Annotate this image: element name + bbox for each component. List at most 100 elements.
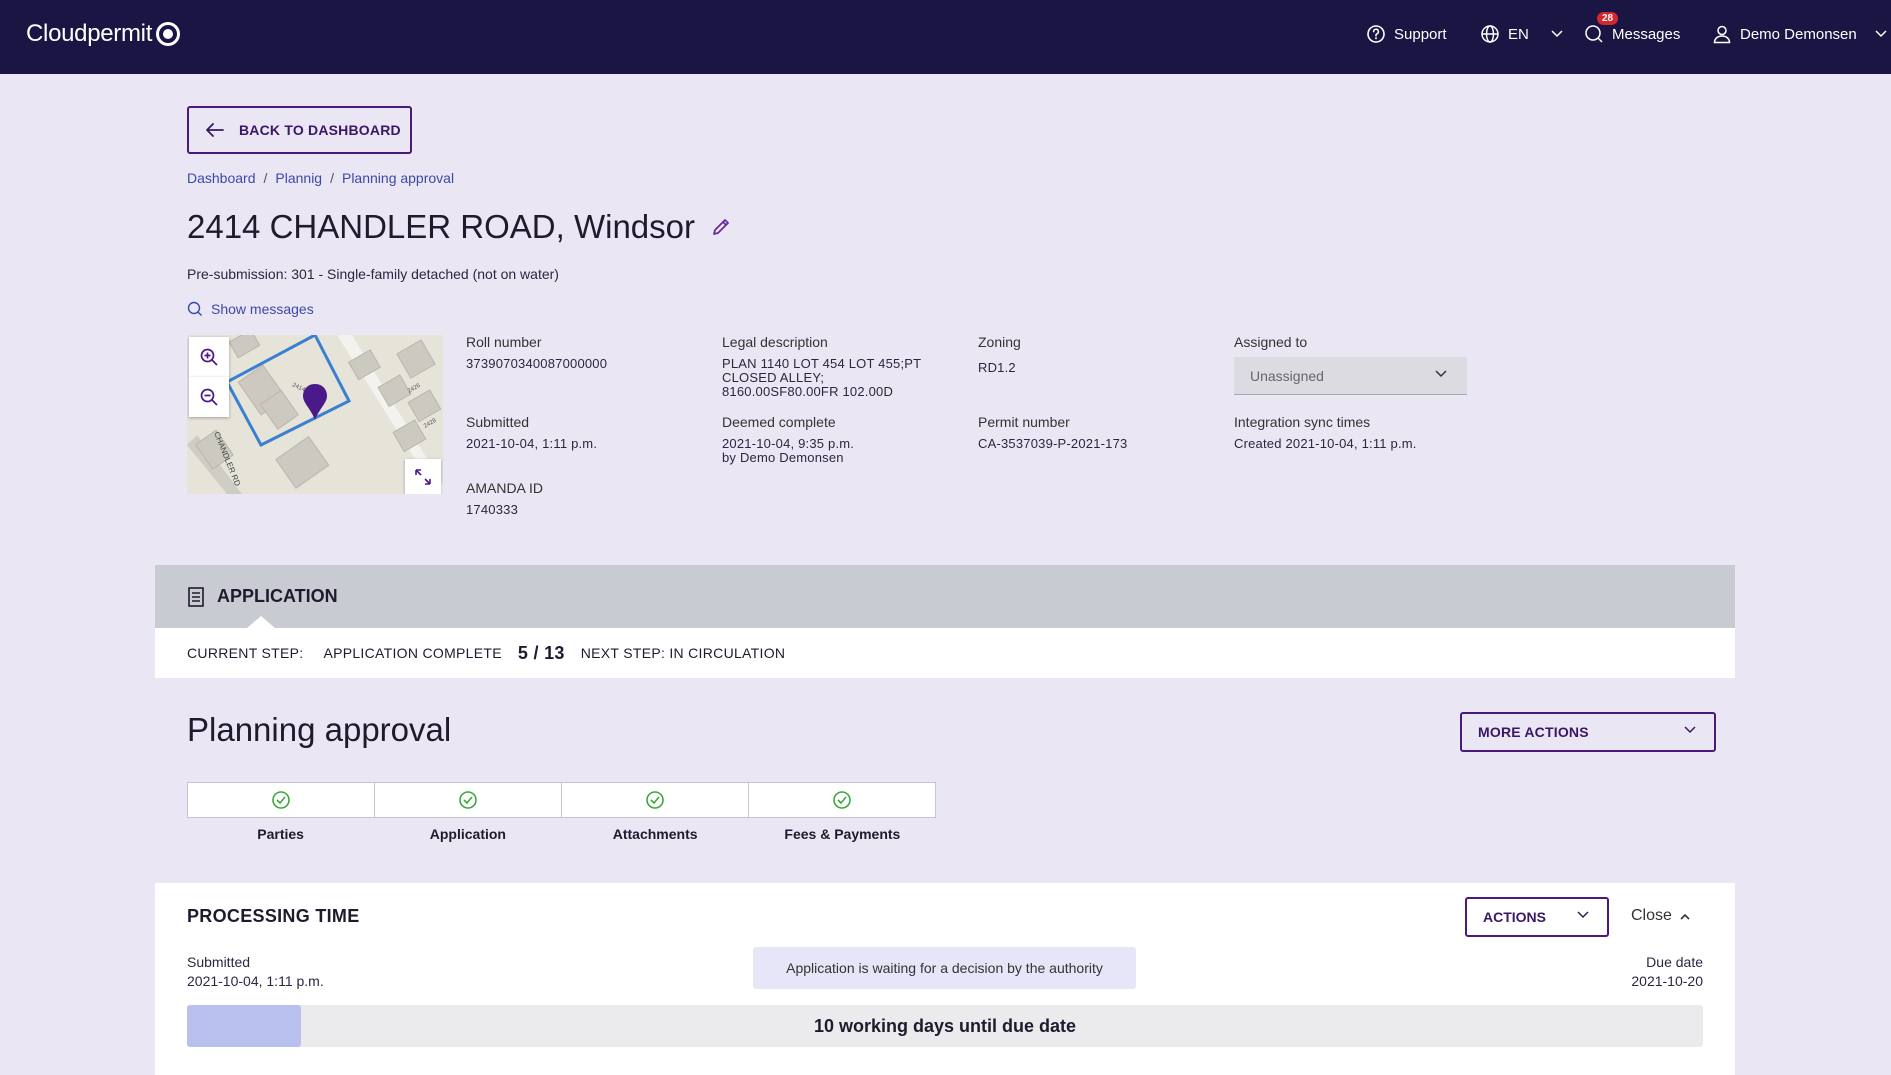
roll-number-value: 3739070340087000000 [466,356,608,371]
assigned-to-select[interactable]: Unassigned [1234,357,1467,395]
due-date-value: 2021-10-20 [1631,973,1703,989]
assigned-to-value: Unassigned [1250,367,1324,384]
messages-label: Messages [1612,25,1681,43]
application-header[interactable]: APPLICATION [155,565,1735,628]
deemed-complete-value: 2021-10-04, 9:35 p.m. [722,436,855,451]
page-title: 2414 CHANDLER ROAD, Windsor [187,208,695,245]
chevron-down-icon [1435,370,1447,378]
integration-sync-value: Created 2021-10-04, 1:11 p.m. [1234,436,1417,451]
processing-due-date: Due date 2021-10-20 [1631,953,1703,991]
submitted-value: 2021-10-04, 1:11 p.m. [466,436,598,451]
amanda-id-value: 1740333 [466,502,519,517]
application-step-labels: Parties Application Attachments Fees & P… [187,826,936,842]
page-title-row: 2414 CHANDLER ROAD, Windsor [187,208,731,246]
integration-sync-label: Integration sync times [1234,414,1371,430]
support-link[interactable]: Support [1366,24,1447,44]
step-parties[interactable] [188,783,375,817]
more-actions-button[interactable]: MORE ACTIONS [1460,712,1716,752]
legal-description-line-3: 8160.00SF80.00FR 102.00D [722,384,894,399]
step-label-fees-payments[interactable]: Fees & Payments [749,826,936,842]
breadcrumb-plannig[interactable]: Plannig [275,170,322,186]
zoning-label: Zoning [978,334,1021,350]
user-icon [1713,25,1731,44]
zoom-in-icon [200,348,218,366]
pencil-edit-icon[interactable] [711,217,731,237]
globe-icon [1481,25,1499,43]
next-step-label: NEXT STEP: IN CIRCULATION [580,645,786,661]
application-header-label: APPLICATION [217,586,338,606]
top-navigation-bar: Cloudpermit Support EN 28 Messages Demo … [0,0,1891,74]
step-attachments[interactable] [562,783,749,817]
processing-submitted: Submitted 2021-10-04, 1:11 p.m. [187,953,324,991]
check-circle-icon [272,791,290,809]
section-title: Planning approval [187,711,452,748]
back-to-dashboard-button[interactable]: BACK TO DASHBOARD [187,106,412,154]
language-label: EN [1508,25,1529,43]
chat-bubble-icon [187,301,202,316]
application-tab-pointer [247,616,275,628]
help-circle-icon [1367,25,1385,43]
processing-time-panel: PROCESSING TIME ACTIONS Close Submitted … [155,883,1735,1075]
language-selector[interactable]: EN [1480,24,1563,44]
document-list-icon [188,586,204,607]
cloudpermit-logo[interactable]: Cloudpermit [26,20,181,48]
chat-bubble-icon [1585,25,1603,43]
deemed-complete-label: Deemed complete [722,414,836,430]
current-step-value: APPLICATION COMPLETE [323,645,502,661]
page-subtitle: Pre-submission: 301 - Single-family deta… [187,266,559,282]
check-circle-icon [833,791,851,809]
zoom-in-button[interactable] [189,337,229,377]
step-fees-payments[interactable] [749,783,935,817]
processing-submitted-value: 2021-10-04, 1:11 p.m. [187,973,324,989]
show-messages-link[interactable]: Show messages [187,301,314,317]
expand-arrows-icon [415,469,431,485]
close-label: Close [1631,907,1672,924]
logo-mark-icon [156,22,181,46]
check-circle-icon [646,791,664,809]
permit-number-label: Permit number [978,414,1070,430]
chevron-down-icon [1684,726,1696,734]
permit-number-value: CA-3537039-P-2021-173 [978,436,1128,451]
current-step-label: CURRENT STEP: [187,645,304,661]
amanda-id-label: AMANDA ID [466,480,544,496]
logo-text: Cloudpermit [26,20,153,47]
breadcrumb-separator: / [263,170,268,186]
map-expand-button[interactable] [405,459,441,494]
chevron-down-icon [1577,911,1589,919]
assigned-to-label: Assigned to [1234,334,1308,350]
close-panel-toggle[interactable]: Close [1631,907,1690,925]
step-counter: 5 / 13 [517,642,565,663]
step-label-parties[interactable]: Parties [187,826,374,842]
arrow-left-icon [206,123,224,137]
messages-link[interactable]: 28 Messages [1584,12,1681,44]
zoning-value: RD1.2 [978,360,1016,375]
processing-submitted-label: Submitted [187,954,251,970]
submitted-label: Submitted [466,414,530,430]
step-label-application[interactable]: Application [374,826,561,842]
step-label-attachments[interactable]: Attachments [562,826,749,842]
processing-time-title: PROCESSING TIME [187,906,360,926]
current-step-bar: CURRENT STEP: APPLICATION COMPLETE 5 / 1… [155,628,1735,678]
messages-count-badge: 28 [1597,12,1619,25]
support-label: Support [1394,25,1447,43]
step-application[interactable] [375,783,562,817]
messages-icon-wrap: 28 [1584,12,1619,44]
zoom-out-icon [200,388,218,406]
actions-button[interactable]: ACTIONS [1465,897,1609,937]
breadcrumb-planning-approval[interactable]: Planning approval [342,170,454,186]
property-map[interactable]: CHANDLER RD 2414 2426 2428 [187,335,443,494]
chevron-up-icon [1680,913,1690,920]
status-message: Application is waiting for a decision by… [753,947,1136,989]
processing-progress-bar: 10 working days until due date [187,1005,1703,1047]
user-menu[interactable]: Demo Demonsen [1712,24,1887,44]
chevron-down-icon [1551,30,1563,38]
application-steps [187,782,936,818]
progress-text: 10 working days until due date [813,1015,1077,1036]
zoom-out-button[interactable] [189,377,229,417]
back-button-label: BACK TO DASHBOARD [239,122,401,138]
due-date-label: Due date [1646,954,1703,970]
show-messages-label: Show messages [211,301,314,317]
breadcrumb-separator: / [330,170,334,186]
breadcrumb-dashboard[interactable]: Dashboard [187,170,256,186]
legal-description-line-2: CLOSED ALLEY; [722,370,825,385]
